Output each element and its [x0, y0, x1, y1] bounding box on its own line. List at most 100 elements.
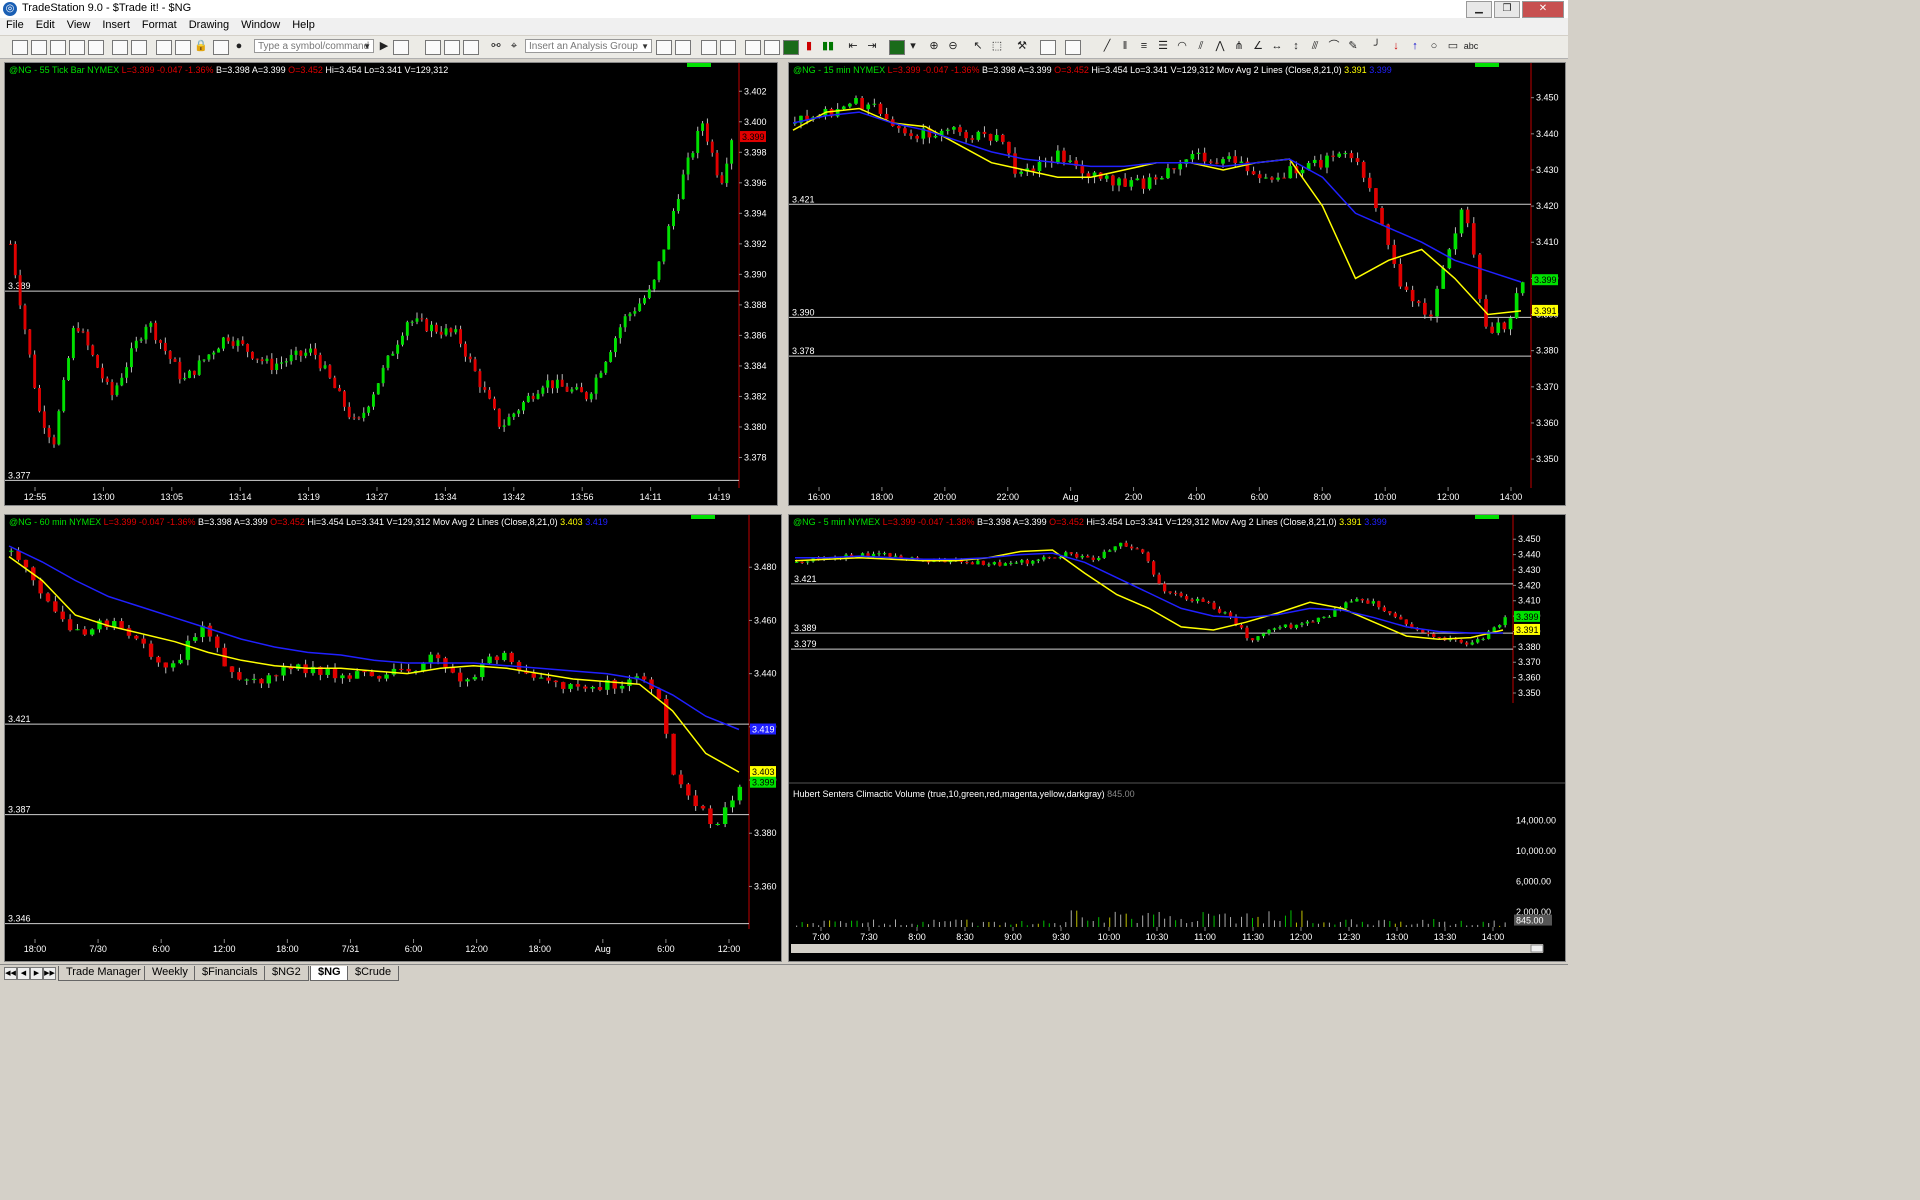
chevron-down-icon[interactable]: ▼ — [641, 40, 649, 54]
print-preview-icon[interactable] — [131, 40, 147, 55]
tab-prev-icon[interactable]: ◀ — [17, 967, 30, 980]
gann-icon[interactable]: ⋀ — [1213, 40, 1227, 53]
chevron-down-icon[interactable]: ▼ — [363, 40, 371, 54]
menu-window[interactable]: Window — [235, 18, 286, 35]
maximize-button[interactable]: ❐ — [1494, 1, 1520, 18]
page-icon[interactable] — [213, 40, 229, 55]
tab-financials[interactable]: $Financials — [194, 966, 266, 981]
format-icon[interactable] — [675, 40, 691, 55]
folder-icon[interactable] — [88, 40, 104, 55]
zoom-in-icon[interactable]: ⊕ — [927, 40, 941, 53]
matrix-icon[interactable] — [463, 40, 479, 55]
crosshair-icon[interactable]: ⌖ — [507, 40, 521, 53]
channel-icon[interactable]: ⫽ — [1194, 40, 1208, 53]
x-tick-label: 6:00 — [152, 944, 170, 954]
trendline-icon[interactable]: ╱ — [1100, 40, 1114, 53]
tab-trade-manager[interactable]: Trade Manager — [58, 966, 149, 981]
chart-window-5min[interactable]: @NG - 5 min NYMEX L=3.399 -0.047 -1.38% … — [788, 514, 1566, 962]
chart-tick[interactable]: @NG - 55 Tick Bar NYMEX L=3.399 -0.047 -… — [5, 63, 777, 505]
strategy-icon[interactable] — [720, 40, 736, 55]
scroll-left-icon[interactable]: ⇤ — [846, 40, 860, 53]
tab-ng[interactable]: $NG — [310, 966, 349, 981]
tab-last-icon[interactable]: ▶▶ — [43, 967, 56, 980]
arrow-up-icon[interactable]: ↑ — [1408, 40, 1422, 53]
tab-next-icon[interactable]: ▶ — [30, 967, 43, 980]
chart-15min[interactable]: @NG - 15 min NYMEX L=3.399 -0.047 -1.36%… — [789, 63, 1565, 505]
arrow-down-icon[interactable]: ↓ — [1389, 40, 1403, 53]
angle-icon[interactable]: ∠ — [1251, 40, 1265, 53]
tools-icon[interactable]: ⚒ — [1015, 40, 1029, 53]
ellipse-icon[interactable]: ○ — [1427, 40, 1441, 53]
color-icon[interactable] — [889, 40, 905, 55]
candle-body — [1490, 326, 1494, 333]
speed-lines-icon[interactable]: ⫻ — [1308, 40, 1322, 53]
window-icon[interactable] — [156, 40, 172, 55]
zoom-symbol-icon[interactable] — [393, 40, 409, 55]
tab-crude[interactable]: $Crude — [347, 966, 400, 981]
clipboard-icon[interactable] — [1065, 40, 1081, 55]
copy-icon[interactable] — [69, 40, 85, 55]
analysis-group-input[interactable]: Insert an Analysis Group ▼ — [525, 39, 652, 53]
trade-bar-icon[interactable]: ▮ — [802, 40, 816, 53]
lock-icon[interactable]: 🔒 — [194, 40, 208, 53]
data-window-icon[interactable] — [1040, 40, 1056, 55]
grid-icon[interactable] — [656, 40, 672, 55]
chart-analysis-icon[interactable] — [425, 40, 441, 55]
radar-icon[interactable] — [444, 40, 460, 55]
new-icon[interactable] — [12, 40, 28, 55]
spiral-icon[interactable]: ⌒ — [1327, 40, 1341, 53]
scroll-right-icon[interactable]: ⇥ — [865, 40, 879, 53]
rectangle-icon[interactable]: ▭ — [1446, 40, 1460, 53]
horizontal-lines-icon[interactable]: ≡ — [1137, 40, 1151, 53]
close-button[interactable]: ✕ — [1522, 1, 1564, 18]
menu-edit[interactable]: Edit — [30, 18, 61, 35]
tab-weekly[interactable]: Weekly — [144, 966, 196, 981]
menu-view[interactable]: View — [61, 18, 97, 35]
chart-window-tick[interactable]: @NG - 55 Tick Bar NYMEX L=3.399 -0.047 -… — [4, 62, 778, 506]
vertical-arrow-icon[interactable]: ↕ — [1289, 40, 1303, 53]
chart-60min[interactable]: @NG - 60 min NYMEX L=3.399 -0.047 -1.36%… — [5, 515, 781, 961]
chart-window-15min[interactable]: @NG - 15 min NYMEX L=3.399 -0.047 -1.36%… — [788, 62, 1566, 506]
bar-chart-icon[interactable] — [745, 40, 761, 55]
pointer-icon[interactable]: ↖ — [971, 40, 985, 53]
curve-icon[interactable]: ╯ — [1370, 40, 1384, 53]
horizontal-arrow-icon[interactable]: ↔ — [1270, 40, 1284, 53]
save-icon[interactable] — [50, 40, 66, 55]
minimize-button[interactable]: ▁ — [1466, 1, 1492, 18]
candle-body — [691, 152, 695, 158]
globe-icon[interactable]: ● — [232, 40, 246, 53]
chevron-down-icon[interactable]: ▾ — [906, 40, 920, 53]
x-tick-label: Aug — [1063, 492, 1079, 502]
pitchfork-icon[interactable]: ⋔ — [1232, 40, 1246, 53]
zoom-out-icon[interactable]: ⊖ — [946, 40, 960, 53]
market-depth-icon[interactable] — [783, 40, 799, 55]
menu-format[interactable]: Format — [136, 18, 183, 35]
candles-icon[interactable]: ▮▮ — [821, 40, 835, 53]
vertical-lines-icon[interactable]: ‖ — [1118, 40, 1132, 53]
candle-body — [1514, 293, 1519, 319]
arc-icon[interactable]: ◠ — [1175, 40, 1189, 53]
open-icon[interactable] — [31, 40, 47, 55]
symbol-input[interactable]: Type a symbol/command ▼ — [254, 39, 374, 53]
menu-help[interactable]: Help — [286, 18, 321, 35]
menu-file[interactable]: File — [0, 18, 30, 35]
candle-body — [1270, 177, 1274, 180]
tab-first-icon[interactable]: ◀◀ — [4, 967, 17, 980]
go-arrow-icon[interactable]: ▶ — [377, 40, 391, 53]
text-tool-icon[interactable]: abc — [1463, 40, 1479, 53]
pencil-icon[interactable]: ✎ — [1346, 40, 1360, 53]
menu-drawing[interactable]: Drawing — [183, 18, 235, 35]
candle-chart-icon[interactable] — [764, 40, 780, 55]
chart-window-60min[interactable]: @NG - 60 min NYMEX L=3.399 -0.047 -1.36%… — [4, 514, 782, 962]
print-icon[interactable] — [112, 40, 128, 55]
fib-icon[interactable]: ☰ — [1156, 40, 1170, 53]
candle-body — [9, 243, 12, 245]
tile-icon[interactable] — [175, 40, 191, 55]
menu-insert[interactable]: Insert — [96, 18, 136, 35]
select-icon[interactable]: ⬚ — [990, 40, 1004, 53]
chart-5min[interactable]: @NG - 5 min NYMEX L=3.399 -0.047 -1.38% … — [789, 515, 1565, 961]
tab-ng2[interactable]: $NG2 — [264, 966, 309, 981]
link-icon[interactable]: ⚯ — [489, 40, 503, 53]
candle-body — [1068, 160, 1072, 162]
indicator-icon[interactable] — [701, 40, 717, 55]
